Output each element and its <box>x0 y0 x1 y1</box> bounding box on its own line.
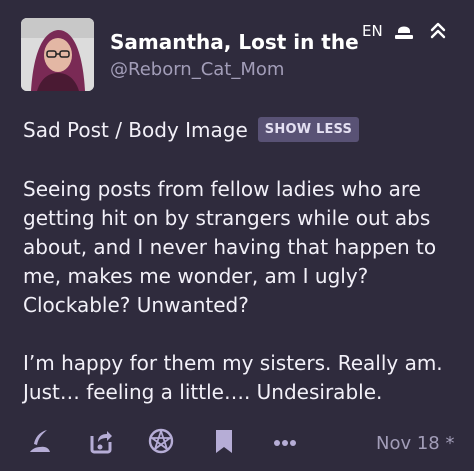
pentagram-icon[interactable] <box>148 428 174 454</box>
reply-quill-icon[interactable] <box>27 428 53 454</box>
post-content: Seeing posts from fellow ladies who are … <box>23 175 455 436</box>
chevron-double-up-icon[interactable] <box>428 20 448 40</box>
content-warning-text: Sad Post / Body Image <box>23 117 248 142</box>
display-name[interactable]: Samantha, Lost in the Inf <box>110 30 358 54</box>
language-label: EN <box>362 22 383 40</box>
post-card: Samantha, Lost in the Inf @Reborn_Cat_Mo… <box>0 0 474 471</box>
post-paragraph: I’m happy for them my sisters. Really am… <box>23 351 443 404</box>
action-bar: Nov 18 * <box>0 422 474 462</box>
lock-icon[interactable] <box>392 19 416 43</box>
account-handle[interactable]: @Reborn_Cat_Mom <box>110 59 284 80</box>
boost-icon[interactable] <box>88 428 114 454</box>
bookmark-icon[interactable] <box>211 428 237 454</box>
more-dots-icon[interactable] <box>272 428 298 454</box>
content-warning-row: Sad Post / Body Image SHOW LESS <box>23 117 360 142</box>
avatar[interactable] <box>21 18 94 91</box>
show-less-button[interactable]: SHOW LESS <box>257 117 360 142</box>
avatar-image <box>21 18 94 91</box>
post-date[interactable]: Nov 18 * <box>376 433 454 454</box>
post-paragraph: Seeing posts from fellow ladies who are … <box>23 177 437 317</box>
